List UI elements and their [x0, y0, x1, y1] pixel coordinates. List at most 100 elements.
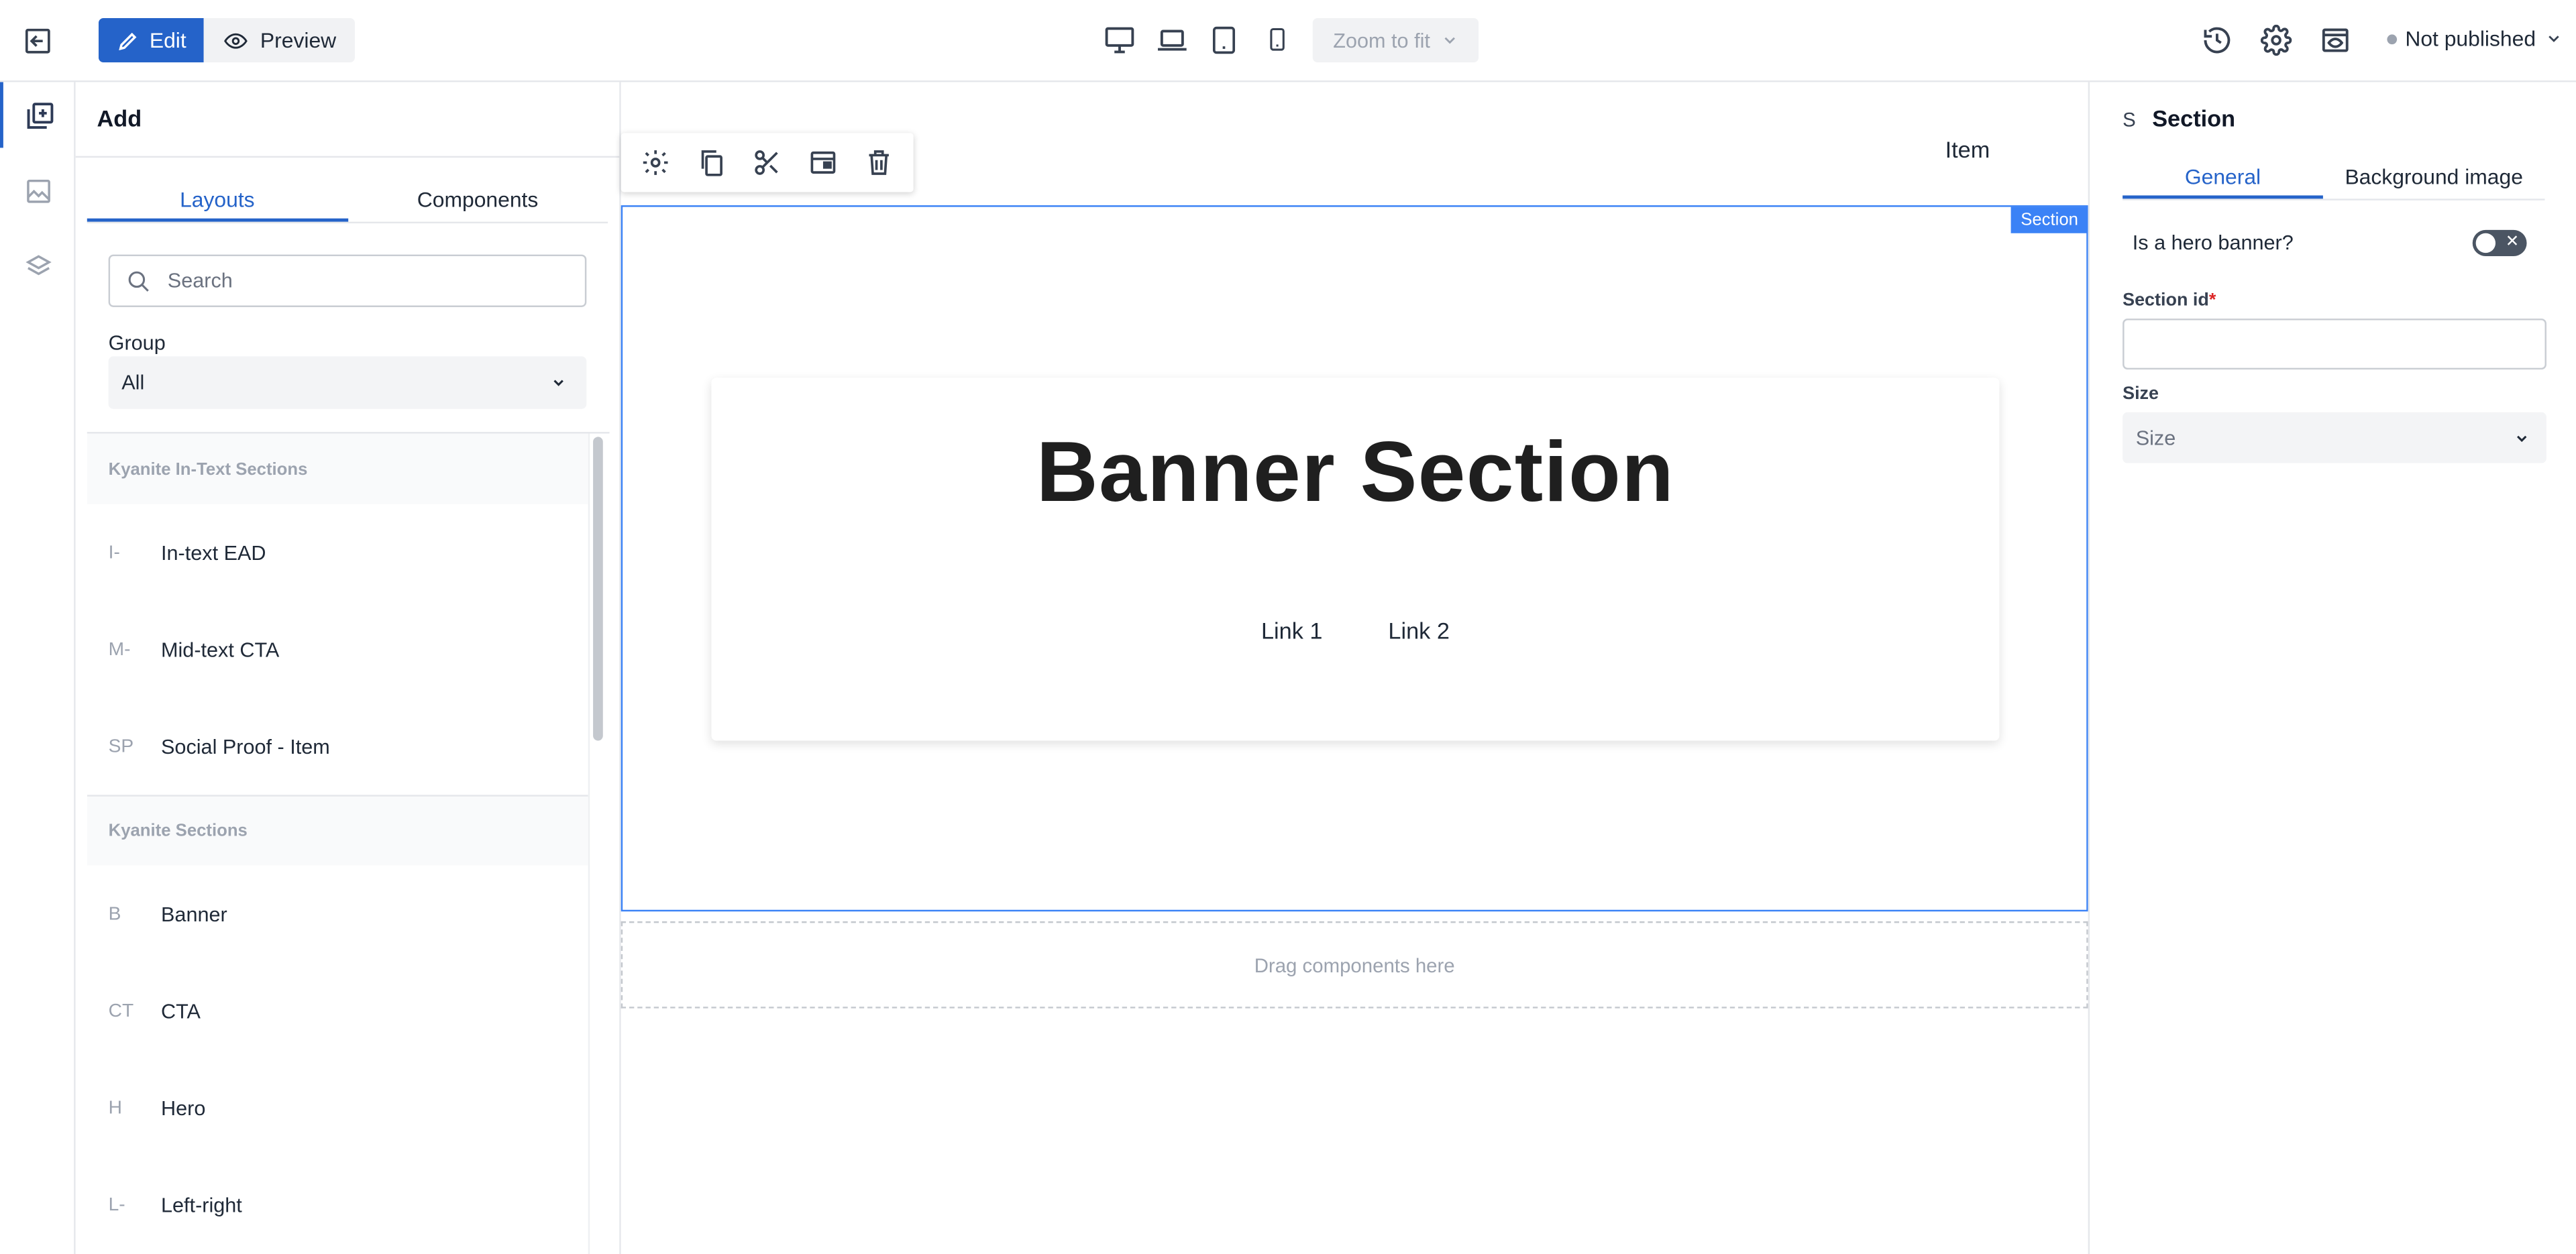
group-value: All — [121, 371, 145, 394]
item-label: Banner — [161, 902, 227, 926]
link-2[interactable]: Link 2 — [1388, 618, 1449, 644]
chevron-down-icon — [2517, 435, 2527, 441]
trash-icon[interactable] — [859, 143, 899, 182]
copy-icon[interactable] — [692, 143, 731, 182]
zoom-dropdown[interactable]: Zoom to fit — [1312, 17, 1479, 63]
gear-icon[interactable] — [2257, 21, 2294, 58]
section-id-label: Section id* — [2123, 290, 2216, 310]
chevron-down-icon — [2548, 36, 2559, 42]
item-label: Left-right — [161, 1193, 242, 1216]
item-abbr: H — [108, 1098, 122, 1118]
edit-label: Edit — [149, 27, 186, 53]
item-abbr: I- — [108, 543, 120, 563]
list-item[interactable]: I- In-text EAD — [87, 504, 588, 601]
preview-button[interactable]: Preview — [204, 17, 355, 63]
group-label: Group — [108, 331, 166, 355]
group-select[interactable]: All — [108, 356, 587, 409]
history-icon[interactable] — [2198, 21, 2235, 58]
chevron-down-icon — [1444, 37, 1454, 44]
properties-panel: S Section General Background image Is a … — [2088, 82, 2576, 1254]
item-label: Mid-text CTA — [161, 638, 280, 661]
layers-icon[interactable] — [0, 233, 76, 299]
section-letter: S — [2123, 108, 2136, 131]
properties-title: Section — [2152, 105, 2236, 131]
drop-zone[interactable]: Drag components here — [621, 921, 2088, 1009]
size-select[interactable]: Size — [2123, 412, 2546, 463]
add-block-icon[interactable] — [0, 82, 76, 148]
link-1[interactable]: Link 1 — [1261, 618, 1322, 644]
item-label: CTA — [161, 999, 201, 1023]
banner-links: Link 1 Link 2 — [711, 618, 1999, 644]
editor-canvas: Item Section Banner Section Link 1 Link … — [621, 82, 2088, 1254]
hero-banner-toggle[interactable]: ✕ — [2472, 229, 2527, 257]
selected-section[interactable]: Section Banner Section Link 1 Link 2 — [621, 205, 2088, 912]
item-abbr: SP — [108, 736, 134, 756]
list-item[interactable]: SP Social Proof - Item — [87, 698, 588, 795]
list-item[interactable]: B Banner — [87, 866, 588, 962]
list-item[interactable]: CT CTA — [87, 962, 588, 1059]
preview-label: Preview — [260, 27, 337, 53]
tab-general[interactable]: General — [2123, 158, 2323, 199]
banner-title[interactable]: Banner Section — [711, 424, 1999, 522]
tab-background-image[interactable]: Background image — [2323, 158, 2545, 198]
section-toolbar — [621, 133, 914, 192]
drop-zone-text: Drag components here — [1254, 953, 1455, 976]
item-abbr: B — [108, 904, 121, 924]
top-bar: Edit Preview Zoom to fit Not published — [0, 0, 2576, 82]
list-item[interactable]: L- Left-right — [87, 1156, 588, 1253]
panel-tabs: Layouts Components — [87, 180, 608, 224]
item-label: In-text EAD — [161, 540, 266, 565]
search-placeholder: Search — [167, 269, 233, 292]
scissors-icon[interactable] — [747, 143, 787, 182]
list-item[interactable]: H Hero — [87, 1060, 588, 1156]
exit-icon[interactable] — [19, 23, 56, 59]
scrollbar-thumb[interactable] — [593, 437, 603, 741]
tab-layouts[interactable]: Layouts — [87, 180, 347, 222]
category-header: Kyanite In-Text Sections — [87, 433, 588, 504]
section-id-field[interactable] — [2123, 319, 2546, 370]
item-abbr: CT — [108, 1001, 134, 1021]
properties-tabs: General Background image — [2123, 158, 2545, 201]
edit-button[interactable]: Edit — [98, 17, 205, 63]
eye-icon — [225, 32, 248, 48]
tab-components[interactable]: Components — [347, 180, 608, 221]
toggle-knob — [2475, 233, 2496, 253]
search-icon — [128, 270, 149, 291]
item-abbr: M- — [108, 639, 131, 660]
image-icon[interactable] — [0, 158, 76, 223]
category-header: Kyanite Sections — [87, 795, 588, 866]
list-item[interactable]: M- Mid-text CTA — [87, 601, 588, 697]
nav-item[interactable]: Item — [1945, 136, 1990, 162]
required-mark: * — [2208, 290, 2216, 310]
chevron-down-icon — [553, 380, 564, 386]
desktop-icon[interactable] — [1101, 19, 1137, 59]
tablet-icon[interactable] — [1206, 19, 1242, 59]
hero-banner-label: Is a hero banner? — [2132, 231, 2294, 255]
status-dot — [2387, 34, 2398, 44]
window-icon[interactable] — [804, 143, 843, 182]
item-abbr: L- — [108, 1194, 125, 1215]
size-label: Size — [2123, 384, 2159, 404]
item-label: Hero — [161, 1096, 206, 1119]
item-label: Social Proof - Item — [161, 734, 330, 758]
mobile-icon[interactable] — [1258, 19, 1295, 59]
banner-card[interactable]: Banner Section Link 1 Link 2 — [711, 378, 2000, 741]
left-rail — [0, 82, 76, 1254]
size-placeholder: Size — [2135, 426, 2176, 449]
pencil-icon — [119, 32, 137, 50]
section-tag: Section — [2010, 207, 2088, 233]
mode-toggle: Edit Preview — [98, 17, 355, 63]
status-label: Not published — [2405, 26, 2536, 51]
publish-status[interactable]: Not published — [2387, 26, 2562, 51]
preview-window-icon[interactable] — [2316, 21, 2353, 58]
layouts-list: Kyanite In-Text Sections I- In-text EAD M… — [87, 433, 588, 1254]
panel-title: Add — [97, 105, 142, 131]
add-panel: Add Layouts Components Search Group All … — [75, 82, 621, 1254]
section-id-label-text: Section id — [2123, 290, 2209, 310]
close-icon: ✕ — [2505, 233, 2520, 251]
settings-icon[interactable] — [636, 143, 676, 182]
search-input[interactable]: Search — [108, 254, 587, 307]
zoom-label: Zoom to fit — [1333, 28, 1430, 52]
laptop-icon[interactable] — [1153, 19, 1189, 59]
device-switcher — [1101, 19, 1295, 59]
